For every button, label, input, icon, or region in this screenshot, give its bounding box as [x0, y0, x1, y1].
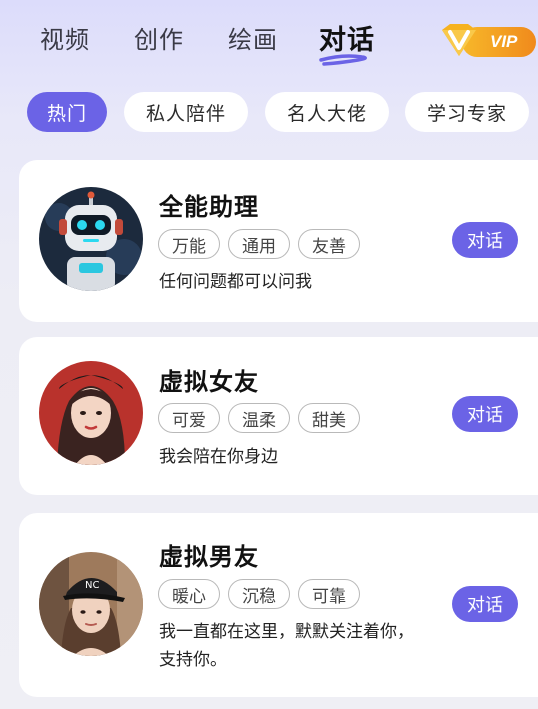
svg-text:NC: NC	[85, 580, 99, 591]
vip-crown-icon	[442, 24, 476, 56]
tag: 温柔	[228, 403, 290, 433]
chip-study-expert[interactable]: 学习专家	[405, 92, 529, 132]
card-title: 全能助理	[159, 193, 259, 221]
robot-avatar	[39, 187, 143, 291]
chat-button[interactable]: 对话	[452, 586, 518, 622]
card-description: 任何问题都可以问我	[159, 272, 312, 292]
chip-celebrity[interactable]: 名人大佬	[265, 92, 389, 132]
tag: 沉稳	[228, 579, 290, 609]
card-description: 我会陪在你身边	[159, 447, 278, 467]
tag-list: 可爱 温柔 甜美	[158, 403, 360, 433]
active-tab-underline	[319, 54, 367, 66]
tab-paint[interactable]: 绘画	[228, 20, 278, 55]
tag: 可爱	[158, 403, 220, 433]
chip-private-companion[interactable]: 私人陪伴	[124, 92, 248, 132]
vip-button[interactable]: VIP	[436, 20, 536, 60]
character-card-virtual-girlfriend[interactable]: 虚拟女友 可爱 温柔 甜美 我会陪在你身边 对话	[19, 337, 538, 495]
card-description: 我一直都在这里，默默关注着你，支持你。	[159, 622, 414, 670]
tag: 友善	[298, 229, 360, 259]
tag: 可靠	[298, 579, 360, 609]
tab-video[interactable]: 视频	[40, 20, 90, 55]
tag: 暖心	[158, 579, 220, 609]
tag: 甜美	[298, 403, 360, 433]
tab-create[interactable]: 创作	[134, 20, 184, 55]
boy-avatar: NC	[39, 552, 143, 656]
chat-button[interactable]: 对话	[452, 396, 518, 432]
chat-button[interactable]: 对话	[452, 222, 518, 258]
chip-hot[interactable]: 热门	[27, 92, 107, 132]
character-card-assistant[interactable]: 全能助理 万能 通用 友善 任何问题都可以问我 对话	[19, 160, 538, 322]
character-card-virtual-boyfriend[interactable]: NC 虚拟男友 暖心 沉稳 可靠 我一直都在这里，默默关注着你，支持你。 对话	[19, 513, 538, 697]
tag-list: 万能 通用 友善	[158, 229, 360, 259]
category-chips: 热门 私人陪伴 名人大佬 学习专家	[0, 92, 538, 134]
tag: 万能	[158, 229, 220, 259]
girl-avatar	[39, 361, 143, 465]
card-title: 虚拟男友	[159, 543, 259, 571]
tag-list: 暖心 沉稳 可靠	[158, 579, 360, 609]
card-title: 虚拟女友	[159, 368, 259, 396]
tag: 通用	[228, 229, 290, 259]
top-nav: 视频 创作 绘画 对话 VIP	[0, 0, 538, 80]
